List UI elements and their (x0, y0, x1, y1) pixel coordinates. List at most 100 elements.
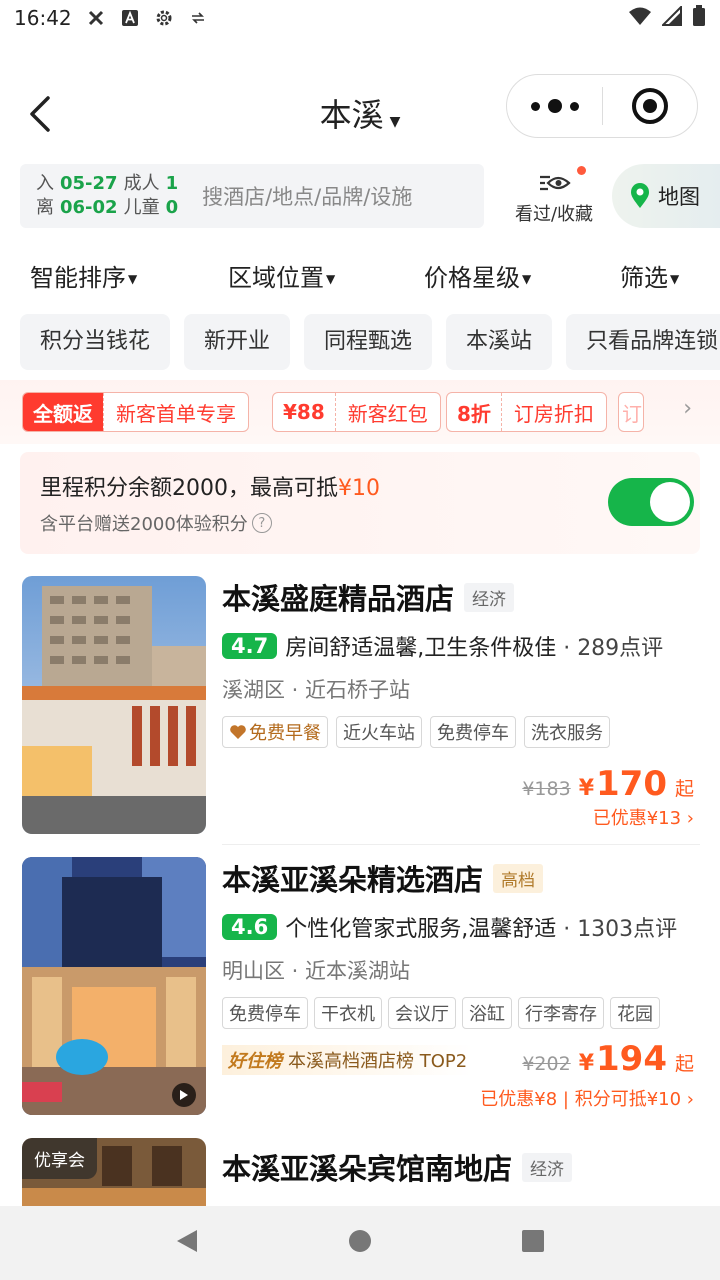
points-sub-text: 含平台赠送2000体验积分? (40, 510, 272, 536)
vip-badge: 优享会 (22, 1138, 97, 1179)
battery-icon (692, 4, 706, 32)
promo-badge: ¥88 (283, 400, 325, 424)
miniapp-capsule (506, 74, 698, 138)
ranking-badge[interactable]: 好住榜 本溪高档酒店榜 TOP2 (222, 1045, 474, 1075)
page-title[interactable]: 本溪 (320, 96, 384, 134)
hotel-summary: 个性化管家式服务,温馨舒适 (285, 917, 557, 942)
caret-down-icon: ▼ (670, 271, 680, 286)
promo-coupon[interactable]: 订 (618, 392, 644, 432)
sort-price-star[interactable]: 价格星级 ▼ (424, 258, 531, 293)
search-input[interactable]: 搜酒店/地点/品牌/设施 (202, 181, 412, 211)
points-balance-text: 里程积分余额2000，最高可抵¥10 (40, 470, 380, 502)
checkin-date: 05-27 (60, 173, 118, 194)
ranking-text: 本溪高档酒店榜 TOP2 (288, 1051, 468, 1072)
hotel-review-count: · 289点评 (563, 636, 664, 661)
sort-area[interactable]: 区域位置 ▼ (228, 258, 335, 293)
adult-count: 1 (165, 173, 179, 194)
current-price: 170 (596, 764, 667, 804)
date-guest-selector[interactable]: 入 05-27 成人 1 离 06-02 儿童 0 (36, 172, 178, 220)
target-circle-icon (632, 88, 668, 124)
price-suffix: 起 (674, 1053, 694, 1075)
facility-tag: 免费停车 (430, 716, 516, 748)
quick-tag[interactable]: 新开业 (184, 314, 291, 370)
nav-back-icon[interactable] (175, 1228, 199, 1258)
more-menu-button[interactable] (507, 99, 602, 113)
system-navigation-bar (0, 1206, 720, 1280)
heart-icon (230, 725, 246, 739)
hotel-facilities: 免费早餐 近火车站 免费停车 洗衣服务 (222, 716, 694, 748)
discount-info[interactable]: 已优惠¥8 | 积分可抵¥10 › (480, 1085, 694, 1111)
promo-text: 新客首单专享 (103, 393, 248, 431)
a-badge-icon (120, 8, 140, 28)
nav-recents-icon[interactable] (521, 1229, 545, 1257)
sort-filter-label: 筛选 (620, 263, 668, 292)
quick-tag[interactable]: 积分当钱花 (20, 314, 171, 370)
sort-smart[interactable]: 智能排序 ▼ (30, 258, 137, 293)
page-header: 本溪 ▼ (0, 72, 720, 156)
sort-filter[interactable]: 筛选 ▼ (620, 258, 679, 293)
currency-symbol: ¥ (578, 776, 594, 801)
discount-info[interactable]: 已优惠¥13 › (593, 804, 694, 830)
quick-tag[interactable]: 只看品牌连锁 (566, 314, 720, 370)
hotel-card[interactable]: 本溪盛庭精品酒店 经济 4.7 房间舒适温馨,卫生条件极佳 · 289点评 溪湖区 … (0, 576, 720, 838)
promo-coupon[interactable]: 8折 订房折扣 (446, 392, 607, 432)
points-toggle[interactable] (608, 478, 694, 526)
hotel-score: 4.7 (222, 633, 278, 659)
sort-filter-bar: 智能排序 ▼ 区域位置 ▼ 价格星级 ▼ 筛选 ▼ (0, 252, 720, 298)
currency-symbol: ¥ (578, 1051, 594, 1076)
title-caret-icon[interactable]: ▼ (390, 114, 401, 130)
settings-gear-icon (154, 8, 174, 28)
checkin-label: 入 (36, 173, 54, 194)
adult-label: 成人 (123, 173, 160, 194)
viewed-favorites-button[interactable]: 看过/收藏 (504, 166, 604, 228)
hotel-photo[interactable] (22, 857, 206, 1115)
wifi-icon (628, 6, 652, 31)
hotel-summary: 房间舒适温馨,卫生条件极佳 (285, 636, 557, 661)
status-time: 16:42 (14, 6, 72, 30)
help-icon[interactable]: ? (251, 513, 272, 533)
original-price: ¥202 (522, 1053, 571, 1075)
hotel-card[interactable]: 优享会 本溪亚溪朵宾馆南地店 经济 (0, 1138, 720, 1206)
promo-badge: 全额返 (23, 393, 103, 431)
hotel-name: 本溪亚溪朵精选酒店 (222, 863, 484, 897)
hotel-grade-badge: 高档 (493, 863, 544, 893)
hotel-facilities: 免费停车 干衣机 会议厅 浴缸 行李寄存 花园 (222, 997, 694, 1029)
facility-label: 免费早餐 (249, 723, 321, 744)
signal-icon (660, 4, 682, 31)
promo-badge: 订 (622, 401, 642, 426)
promo-coupon[interactable]: ¥88 新客红包 (272, 392, 441, 432)
close-miniapp-button[interactable] (603, 87, 697, 125)
promo-strip: 全额返 新客首单专享 ¥88 新客红包 8折 订房折扣 订 › (0, 380, 720, 444)
points-banner: 里程积分余额2000，最高可抵¥10 含平台赠送2000体验积分? (20, 452, 700, 554)
caret-down-icon: ▼ (326, 271, 336, 286)
search-box[interactable]: 入 05-27 成人 1 离 06-02 儿童 0 搜酒店/地点/品牌/设施 (20, 164, 484, 228)
promo-badge: 8折 (457, 401, 491, 426)
hotel-price: ¥183 ¥ 170 起 (522, 764, 694, 804)
hotel-photo[interactable]: 优享会 (22, 1138, 206, 1206)
hotel-grade-badge: 经济 (522, 1152, 573, 1182)
viewed-label: 看过/收藏 (514, 204, 594, 225)
sort-area-label: 区域位置 (228, 263, 324, 292)
nav-home-icon[interactable] (348, 1229, 372, 1257)
quick-tag[interactable]: 本溪站 (446, 314, 553, 370)
sort-price-label: 价格星级 (424, 263, 520, 292)
hotel-price: ¥202 ¥ 194 起 (522, 1039, 694, 1079)
promo-coupon[interactable]: 全额返 新客首单专享 (22, 392, 249, 432)
hotel-review-count: · 1303点评 (563, 917, 678, 942)
sort-smart-label: 智能排序 (30, 263, 126, 292)
quick-filter-tags: 积分当钱花 新开业 同程甄选 本溪站 只看品牌连锁 (20, 314, 720, 370)
facility-tag: 会议厅 (388, 997, 456, 1029)
hotel-photo[interactable] (22, 576, 206, 834)
hotel-card[interactable]: 本溪亚溪朵精选酒店 高档 4.6 个性化管家式服务,温馨舒适 · 1303点评 明山… (0, 857, 720, 1119)
tools-icon (86, 8, 106, 28)
checkout-date: 06-02 (60, 197, 118, 218)
video-play-icon[interactable] (172, 1083, 196, 1107)
quick-tag[interactable]: 同程甄选 (304, 314, 433, 370)
hotel-location: 溪湖区 · 近石桥子站 (222, 678, 411, 702)
points-line2: 含平台赠送2000体验积分 (40, 514, 248, 535)
map-button[interactable]: 地图 (612, 164, 720, 228)
chevron-right-icon[interactable]: › (683, 396, 692, 421)
notification-dot (577, 166, 586, 175)
facility-tag: 花园 (610, 997, 660, 1029)
facility-tag: 浴缸 (462, 997, 512, 1029)
